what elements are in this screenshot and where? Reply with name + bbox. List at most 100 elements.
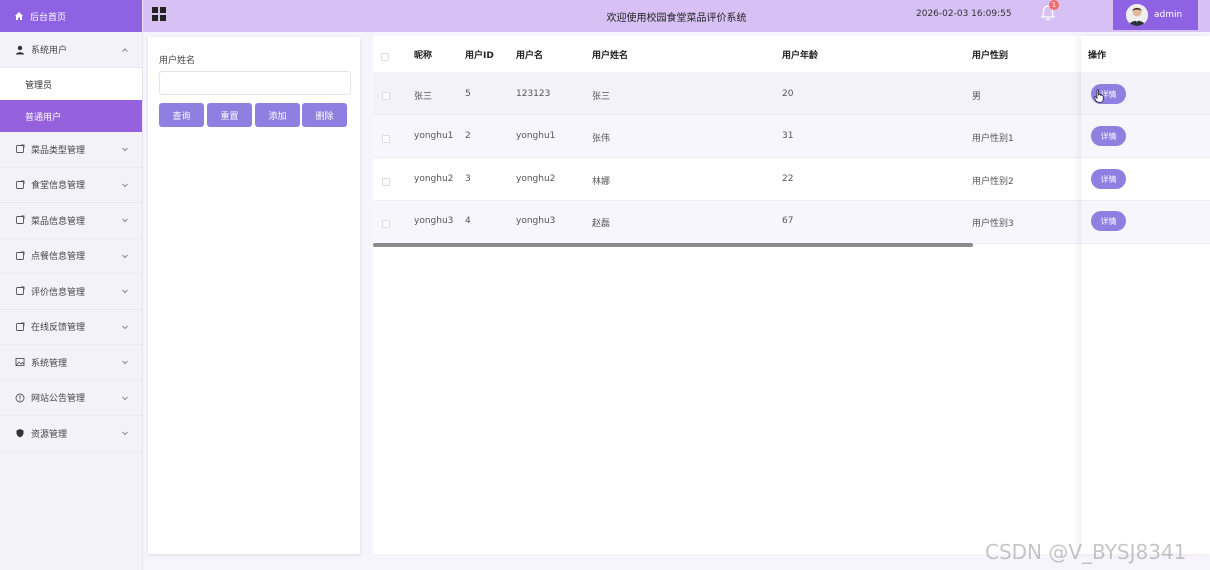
row-checkbox[interactable]	[382, 220, 390, 228]
sidebar-item-feedback[interactable]: 在线反馈管理	[0, 310, 142, 345]
notification-badge: 1	[1049, 0, 1059, 10]
col-user-id[interactable]: 用户ID	[465, 48, 494, 61]
cell-username: yonghu3	[516, 216, 556, 226]
detail-button[interactable]: 详情	[1091, 126, 1126, 146]
current-datetime: 2026-02-03 16:09:55	[916, 9, 1012, 19]
sidebar-item-system[interactable]: 系统管理	[0, 345, 142, 381]
sidebar-item-system-users[interactable]: 系统用户	[0, 32, 142, 68]
select-all-checkbox[interactable]	[381, 53, 389, 61]
chevron-down-icon	[122, 360, 128, 365]
col-username[interactable]: 用户名	[516, 48, 543, 61]
document-icon	[15, 322, 25, 332]
row-checkbox[interactable]	[382, 178, 390, 186]
sidebar-subitem-label: 管理员	[25, 80, 53, 91]
sidebar-subitem-admin[interactable]: 管理员	[0, 68, 142, 100]
cell-age: 20	[782, 89, 794, 99]
cell-user-id: 3	[465, 174, 471, 184]
sidebar-item-label: 资源管理	[31, 429, 68, 440]
sidebar: 后台首页 系统用户 管理员 普通用户 菜品类型管理 食堂信息管理 菜品信息管理 …	[0, 0, 143, 570]
sidebar-item-notice[interactable]: 网站公告管理	[0, 381, 142, 416]
hand-cursor-icon	[1094, 89, 1104, 103]
cell-real-name: 张伟	[592, 134, 611, 144]
cell-user-id: 2	[465, 131, 471, 141]
row-checkbox[interactable]	[382, 92, 390, 100]
shield-icon	[15, 428, 25, 438]
query-button[interactable]: 查询	[159, 103, 204, 127]
sidebar-subitem-label: 普通用户	[25, 112, 62, 123]
sidebar-item-resource[interactable]: 资源管理	[0, 416, 142, 452]
search-input[interactable]	[159, 71, 351, 95]
user-icon	[15, 45, 25, 55]
sidebar-item-label: 菜品信息管理	[31, 216, 86, 227]
sidebar-item-order[interactable]: 点餐信息管理	[0, 239, 142, 274]
horizontal-scrollbar[interactable]	[373, 243, 973, 247]
detail-button[interactable]: 详情	[1091, 211, 1126, 231]
cell-user-id: 4	[465, 216, 471, 226]
reset-button[interactable]: 重置	[207, 103, 252, 127]
sidebar-item-dish-type[interactable]: 菜品类型管理	[0, 132, 142, 168]
sidebar-item-label: 后台首页	[30, 12, 67, 23]
cell-nickname: yonghu2	[414, 174, 454, 184]
cell-gender: 用户性别3	[972, 219, 1014, 229]
action-column: 操作 详情 详情 详情 详情	[1081, 36, 1210, 554]
cell-username: yonghu2	[516, 174, 556, 184]
document-icon	[15, 180, 25, 190]
grid-menu-icon[interactable]	[152, 7, 166, 21]
delete-button[interactable]: 删除	[302, 103, 347, 127]
cell-nickname: yonghu1	[414, 131, 454, 141]
cell-nickname: 张三	[414, 92, 433, 102]
sidebar-item-label: 评价信息管理	[31, 287, 86, 298]
add-button[interactable]: 添加	[255, 103, 300, 127]
document-icon	[15, 144, 25, 154]
chevron-down-icon	[122, 147, 128, 152]
sidebar-item-label: 系统用户	[31, 46, 68, 56]
sidebar-item-label: 食堂信息管理	[31, 181, 86, 192]
avatar	[1126, 4, 1148, 26]
sidebar-item-label: 在线反馈管理	[31, 323, 86, 334]
col-real-name[interactable]: 用户姓名	[592, 48, 628, 61]
col-age[interactable]: 用户年龄	[782, 48, 818, 61]
row-checkbox[interactable]	[382, 135, 390, 143]
sidebar-item-canteen[interactable]: 食堂信息管理	[0, 168, 142, 203]
cell-age: 22	[782, 174, 794, 184]
sidebar-item-label: 系统管理	[31, 358, 68, 369]
sidebar-item-review[interactable]: 评价信息管理	[0, 274, 142, 310]
sidebar-item-label: 菜品类型管理	[31, 145, 86, 156]
cell-real-name: 赵磊	[592, 219, 611, 229]
top-header: 欢迎使用校园食堂菜品评价系统 2026-02-03 16:09:55 1 adm…	[143, 0, 1210, 32]
search-panel: 用户姓名 查询 重置 添加 删除	[148, 37, 360, 554]
col-gender[interactable]: 用户性别	[972, 48, 1008, 61]
cell-nickname: yonghu3	[414, 216, 454, 226]
cell-username: yonghu1	[516, 131, 556, 141]
sidebar-item-home[interactable]: 后台首页	[0, 0, 142, 32]
document-icon	[15, 286, 25, 296]
user-menu[interactable]: admin	[1113, 0, 1198, 30]
home-icon	[14, 11, 24, 21]
detail-button[interactable]: 详情	[1091, 169, 1126, 189]
cell-gender: 男	[972, 92, 982, 102]
chevron-down-icon	[122, 289, 128, 294]
col-nickname[interactable]: 昵称	[414, 48, 432, 61]
image-icon	[15, 357, 25, 367]
sidebar-item-label: 网站公告管理	[31, 394, 86, 405]
watermark: CSDN @V_BYSJ8341	[985, 540, 1187, 564]
chevron-down-icon	[122, 183, 128, 187]
sidebar-item-label: 点餐信息管理	[31, 252, 86, 263]
chevron-down-icon	[122, 396, 128, 400]
chevron-down-icon	[122, 254, 128, 258]
sidebar-item-dish-info[interactable]: 菜品信息管理	[0, 203, 142, 239]
chevron-down-icon	[122, 431, 128, 436]
username: admin	[1154, 10, 1183, 20]
col-action: 操作	[1088, 51, 1107, 61]
cell-real-name: 林娜	[592, 177, 611, 187]
cell-gender: 用户性别2	[972, 177, 1014, 187]
document-icon	[15, 251, 25, 261]
chevron-down-icon	[122, 325, 128, 329]
cell-user-id: 5	[465, 89, 471, 99]
document-icon	[15, 215, 25, 225]
sidebar-subitem-normal-user[interactable]: 普通用户	[0, 100, 142, 132]
chevron-up-icon	[122, 47, 128, 52]
cell-username: 123123	[516, 89, 551, 99]
cell-gender: 用户性别1	[972, 134, 1014, 144]
chevron-down-icon	[122, 218, 128, 223]
